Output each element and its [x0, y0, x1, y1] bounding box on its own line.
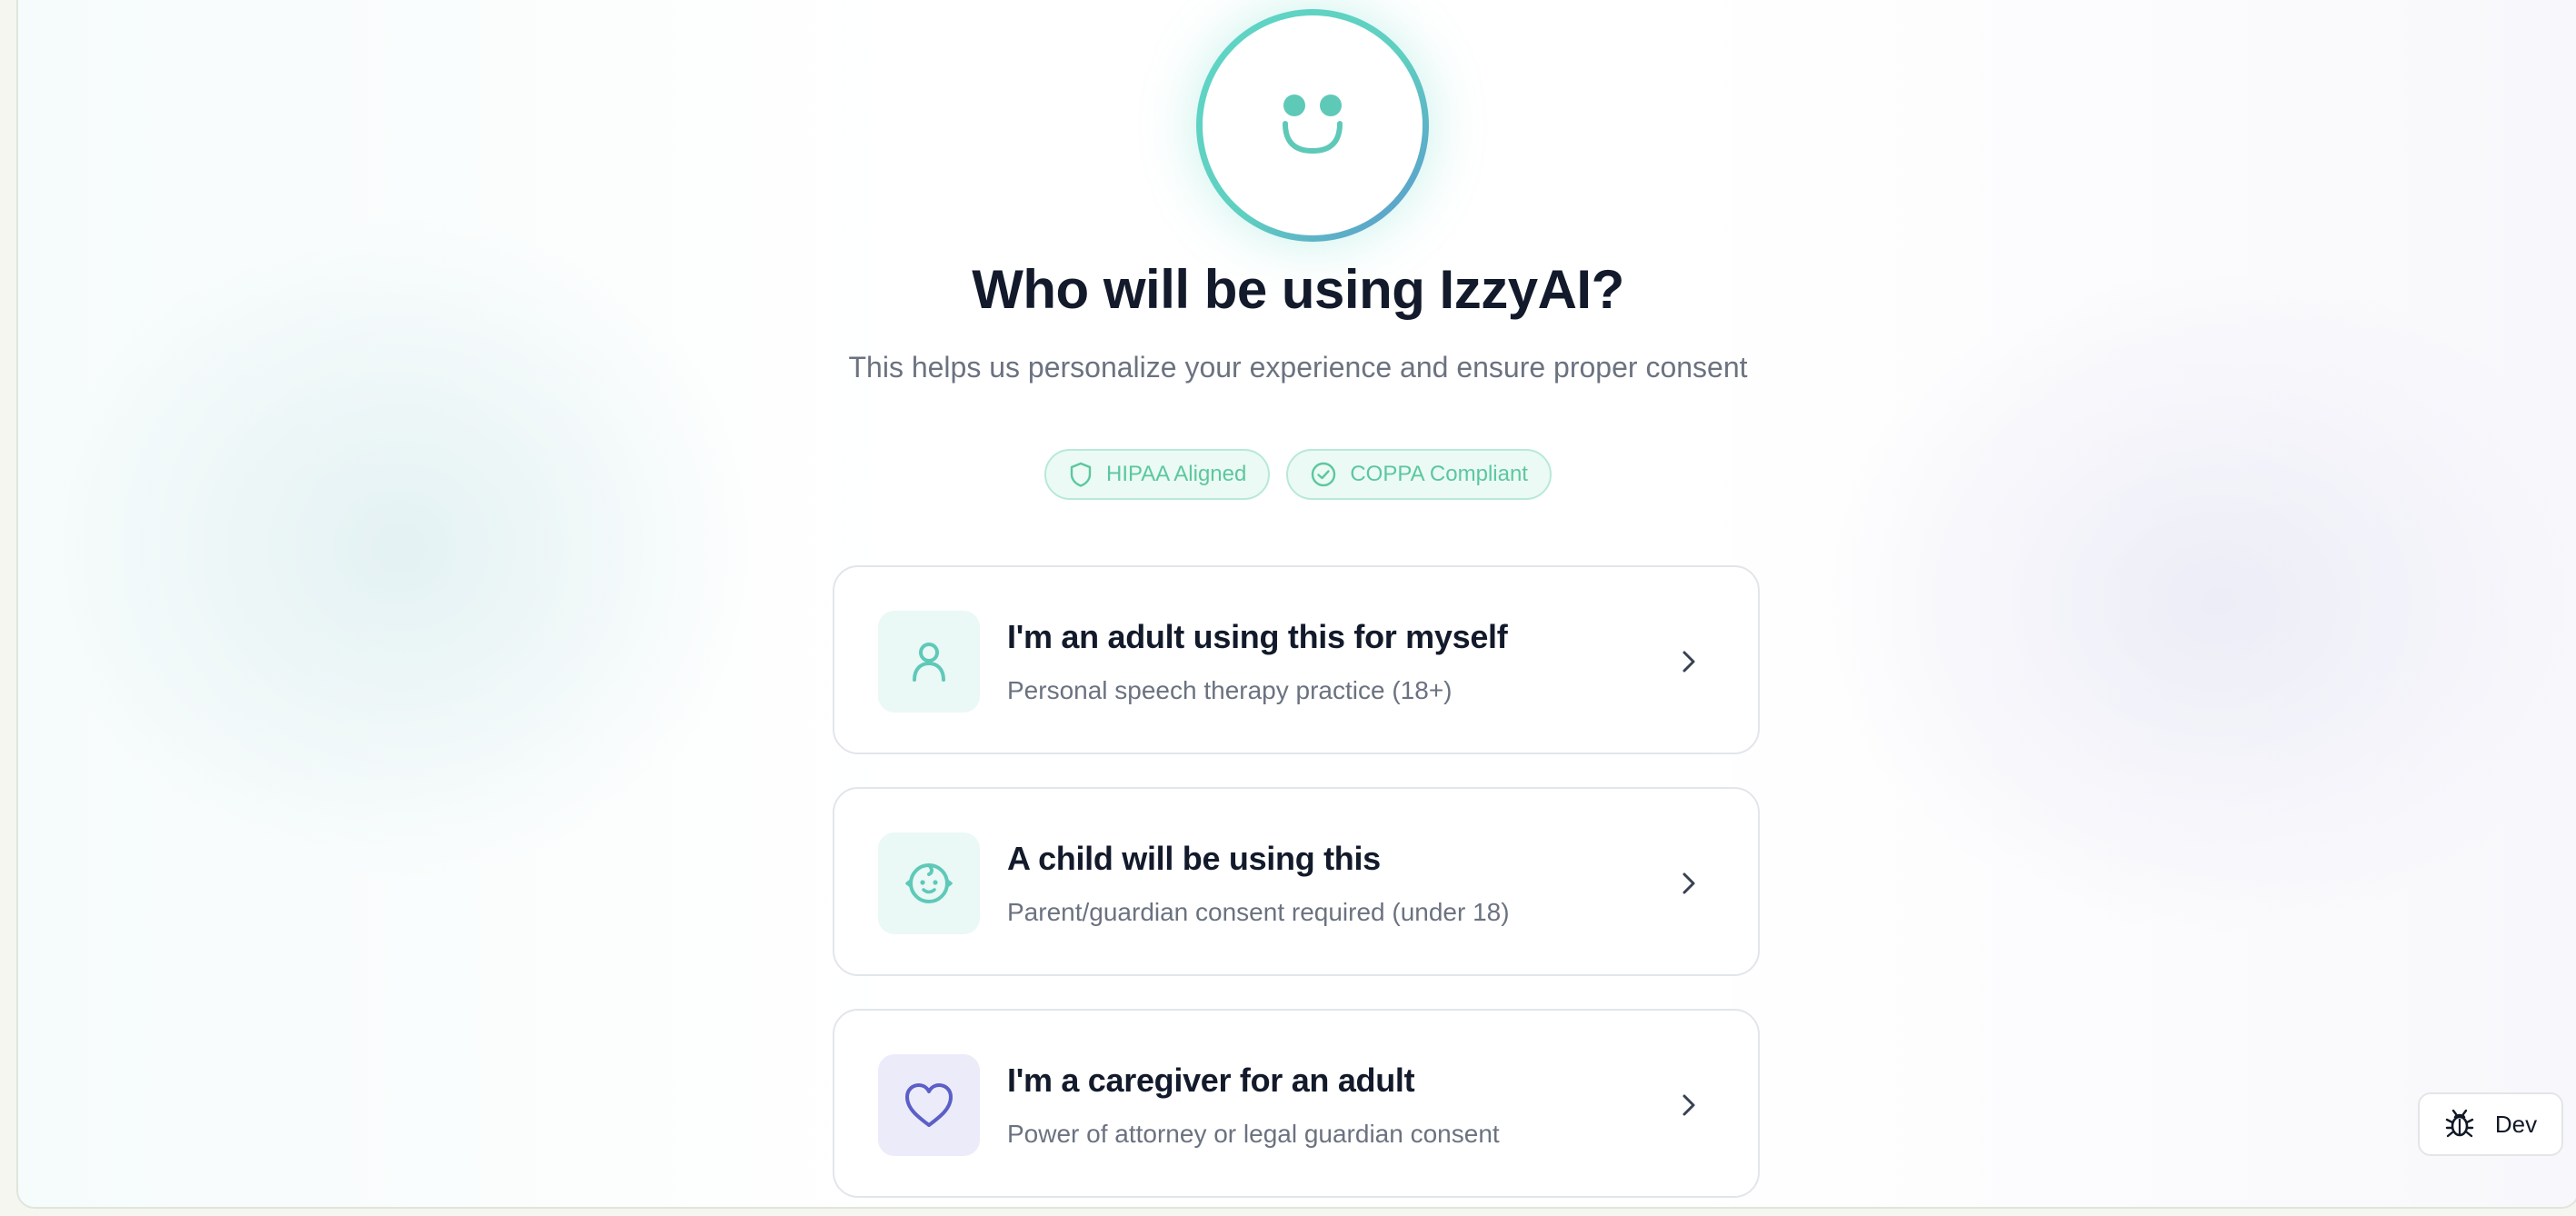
- chevron-right-icon: [1682, 651, 1695, 673]
- baby-icon: [905, 863, 953, 903]
- chevron-right-icon: [1682, 1094, 1695, 1116]
- option-icon-tile: [878, 1054, 980, 1156]
- page-title: Who will be using IzzyAI?: [972, 259, 1624, 320]
- shield-icon: [1070, 462, 1092, 487]
- dev-tools-button[interactable]: Dev: [2418, 1092, 2563, 1156]
- option-title: I'm an adult using this for myself: [1007, 618, 1508, 655]
- hipaa-badge-label: HIPAA Aligned: [1106, 462, 1247, 486]
- option-child[interactable]: A child will be using this Parent/guardi…: [833, 787, 1760, 976]
- option-subtitle: Power of attorney or legal guardian cons…: [1007, 1120, 1500, 1148]
- option-subtitle: Personal speech therapy practice (18+): [1007, 676, 1453, 704]
- coppa-badge-label: COPPA Compliant: [1350, 462, 1528, 486]
- chevron-right-icon: [1682, 872, 1695, 894]
- option-title: I'm a caregiver for an adult: [1007, 1062, 1415, 1099]
- bug-icon: [2445, 1109, 2474, 1138]
- option-icon-tile: [878, 832, 980, 934]
- page-subtitle: This helps us personalize your experienc…: [848, 351, 1748, 384]
- smiley-face-icon: [1283, 95, 1343, 154]
- app-frame: Who will be using IzzyAI? This helps us …: [0, 0, 2576, 1216]
- dev-button-label: Dev: [2494, 1110, 2538, 1138]
- hipaa-badge: HIPAA Aligned: [1044, 449, 1271, 500]
- option-caregiver[interactable]: I'm a caregiver for an adult Power of at…: [833, 1009, 1760, 1198]
- izzyai-logo: [1196, 9, 1429, 242]
- onboarding-window: Who will be using IzzyAI? This helps us …: [16, 0, 2576, 1209]
- coppa-badge: COPPA Compliant: [1286, 449, 1552, 500]
- option-subtitle: Parent/guardian consent required (under …: [1007, 898, 1510, 926]
- option-icon-tile: [878, 611, 980, 713]
- option-title: A child will be using this: [1007, 840, 1381, 877]
- compliance-badges: HIPAA Aligned COPPA Compliant: [18, 449, 2576, 500]
- check-circle-icon: [1312, 462, 1336, 487]
- option-adult-self[interactable]: I'm an adult using this for myself Perso…: [833, 565, 1760, 754]
- user-icon: [913, 643, 945, 682]
- heart-icon: [905, 1083, 953, 1127]
